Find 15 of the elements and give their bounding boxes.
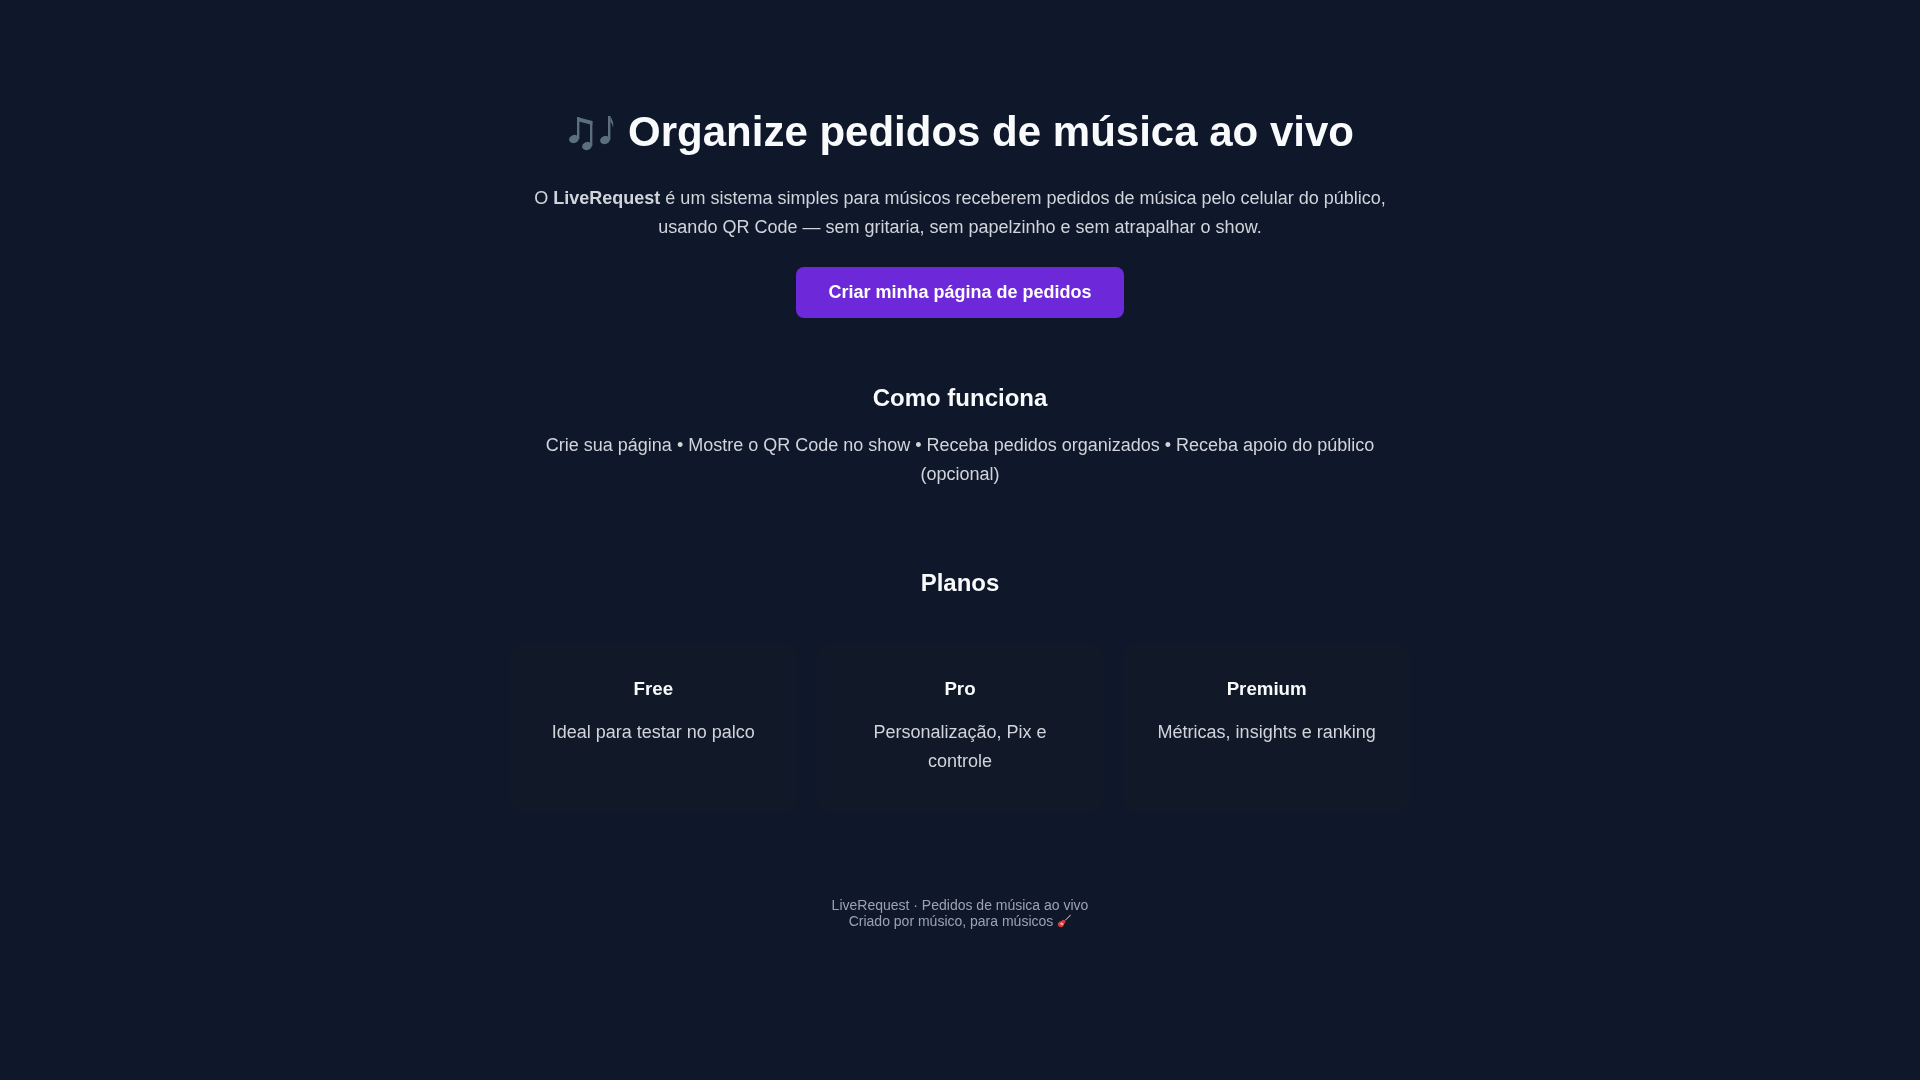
plan-description: Ideal para testar no palco (550, 721, 756, 744)
steps-text: Crie sua página • Mostre o QR Code no show • Receba pedidos organizados • Receba apoio do público (opcional) (544, 434, 1376, 486)
plan-description: Métricas, insights e ranking (1156, 721, 1377, 744)
plan-name: Free (632, 678, 675, 700)
footer-text: Criado por músico, para músicos (848, 913, 1054, 929)
plan-name: Premium (1225, 678, 1308, 700)
section-heading: Como funciona (871, 383, 1049, 412)
guitar-icon (1057, 914, 1072, 928)
section-heading: Planos (919, 568, 1001, 597)
plan-name: Pro (943, 678, 977, 700)
create-page-button[interactable]: Criar minha página de pedidos (796, 267, 1124, 318)
footer-text: LiveRequest · Pedidos de música ao vivo (831, 897, 1089, 913)
plan-description: Personalização, Pix e controle (872, 721, 1048, 773)
intro-paragraph: O LiveRequest é um sistema simples para músicos receberem pedidos de música pelo celular do público, usando QR Code — sem gritaria, sem papelzinho e sem atrapalhar o show. (533, 187, 1387, 239)
page-title: Organize pedidos de música ao vivo (628, 107, 1354, 157)
